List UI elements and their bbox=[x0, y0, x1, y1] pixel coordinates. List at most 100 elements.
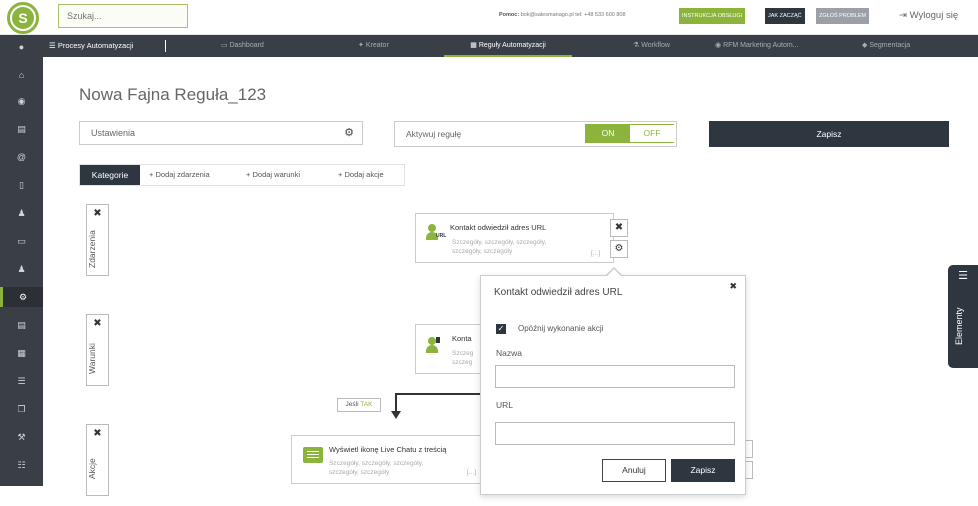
help-label: Pomoc: bbox=[499, 12, 520, 18]
close-icon[interactable]: ✖ bbox=[610, 219, 628, 237]
sitemap-icon: ⚗ bbox=[633, 42, 640, 49]
logout-link[interactable]: ⇥ Wyloguj się bbox=[899, 10, 958, 21]
page-title: Nowa Fajna Reguła_123 bbox=[79, 85, 267, 104]
action-card[interactable]: Wyświetl ikonę Live Chatu z treścią Szcz… bbox=[291, 435, 481, 484]
toggle-on[interactable]: ON bbox=[586, 125, 630, 142]
settings-box[interactable]: Ustawienia ⚙ bbox=[79, 121, 363, 145]
card-title: Konta bbox=[452, 334, 472, 343]
toggle-off[interactable]: OFF bbox=[630, 125, 674, 142]
calendar-icon[interactable]: ▦ bbox=[0, 343, 43, 363]
yes-tag-value: TAK bbox=[360, 401, 373, 408]
database-icon[interactable]: ☰ bbox=[0, 371, 43, 391]
nav-separator bbox=[165, 40, 166, 52]
copy-icon[interactable]: ❐ bbox=[0, 399, 43, 419]
connector-line bbox=[396, 393, 480, 395]
event-settings-popup: Kontakt odwiedził adres URL ✖ ✓ Opóźnij … bbox=[480, 275, 746, 495]
search-input[interactable] bbox=[58, 4, 188, 28]
card-title: Kontakt odwiedził adres URL bbox=[450, 223, 547, 232]
nav-label: Segmentacja bbox=[869, 42, 911, 49]
card-more[interactable]: [...] bbox=[591, 250, 600, 257]
close-icon[interactable]: ✖ bbox=[87, 318, 108, 329]
plus-icon: + bbox=[338, 170, 343, 179]
nav-label: RFM Marketing Autom... bbox=[723, 42, 799, 49]
mobile-icon[interactable]: ▯ bbox=[0, 175, 43, 195]
event-card[interactable]: URL Kontakt odwiedził adres URL Szczegół… bbox=[415, 213, 614, 263]
monitor-icon: ▭ bbox=[221, 42, 228, 49]
activate-toggle[interactable]: ON OFF bbox=[585, 124, 674, 143]
settings-label: Ustawienia bbox=[91, 128, 136, 138]
gear-icon[interactable]: ⚙ bbox=[344, 122, 354, 144]
zglos-problem-button[interactable]: ZGŁOŚ PROBLEM bbox=[816, 8, 870, 24]
card-desc-line2: szczegóły, szczegóły bbox=[452, 248, 513, 255]
nav-segmentacja[interactable]: ◆ Segmentacja bbox=[862, 35, 910, 57]
users-icon[interactable]: ♟ bbox=[0, 259, 43, 279]
popup-arrow-inner bbox=[606, 269, 622, 277]
popup-save-button[interactable]: Zapisz bbox=[671, 459, 735, 482]
plus-icon: + bbox=[149, 170, 154, 179]
plus-icon: + bbox=[246, 170, 251, 179]
url-field[interactable] bbox=[495, 422, 735, 445]
url-tag: URL bbox=[436, 233, 447, 239]
card-desc-line1: Szczeg bbox=[452, 350, 474, 357]
card-more[interactable]: [...] bbox=[467, 469, 476, 476]
nav-reguly[interactable]: ▦ Reguły Automatyzacji bbox=[444, 35, 572, 57]
user-condition-icon bbox=[426, 337, 440, 353]
close-icon[interactable]: ✖ bbox=[87, 208, 108, 219]
help-info: Pomoc: bok@salesmanago.pl tel: +48 533 6… bbox=[499, 12, 626, 18]
save-button[interactable]: Zapisz bbox=[709, 121, 949, 147]
tab-label: Dodaj akcje bbox=[344, 170, 384, 179]
nav-kreator[interactable]: ✦ Kreator bbox=[358, 35, 389, 57]
elements-panel[interactable]: ☰ Elementy bbox=[948, 265, 978, 368]
gear-icon[interactable]: ⚙ bbox=[610, 240, 628, 258]
jak-zaczac-button[interactable]: JAK ZACZĄĆ bbox=[765, 8, 805, 24]
logo[interactable]: S bbox=[7, 2, 39, 34]
cancel-button[interactable]: Anuluj bbox=[602, 459, 666, 482]
card-desc-line1: Szczegóły, szczegóły, szczegóły, bbox=[329, 460, 424, 467]
nav-label: Kreator bbox=[365, 42, 389, 49]
card-desc-line2: szczeg bbox=[452, 359, 473, 366]
at-icon[interactable]: @ bbox=[0, 147, 43, 167]
user-circle-icon[interactable]: ● bbox=[0, 37, 43, 57]
nav-label: Dashboard bbox=[229, 42, 264, 49]
yes-tag: Jeśli TAK bbox=[337, 398, 381, 412]
eye-icon[interactable]: ◉ bbox=[0, 91, 43, 111]
nav-bar: ☰ Procesy Automatyzacji ▭ Dashboard ✦ Kr… bbox=[43, 35, 978, 57]
name-field[interactable] bbox=[495, 365, 735, 388]
chart-icon[interactable]: ▤ bbox=[0, 315, 43, 335]
chat-icon bbox=[303, 447, 323, 463]
yes-tag-prefix: Jeśli bbox=[345, 401, 359, 408]
home-icon[interactable]: ⌂ bbox=[0, 65, 43, 85]
tab-dodaj-warunki[interactable]: + Dodaj warunki bbox=[246, 165, 300, 185]
tab-kategorie[interactable]: Kategorie bbox=[80, 165, 140, 185]
category-tabs: Kategorie + Dodaj zdarzenia + Dodaj waru… bbox=[79, 164, 405, 186]
contact-card-icon[interactable]: ▤ bbox=[0, 119, 43, 139]
hamburger-icon[interactable]: ☰ bbox=[948, 269, 978, 282]
laptop-icon[interactable]: ▭ bbox=[0, 231, 43, 251]
tab-dodaj-zdarzenia[interactable]: + Dodaj zdarzenia bbox=[149, 165, 210, 185]
elements-label: Elementy bbox=[954, 307, 964, 345]
grid-icon: ▦ bbox=[470, 42, 477, 49]
nav-main-label: Procesy Automatyzacji bbox=[57, 41, 134, 50]
sliders-icon[interactable]: ☷ bbox=[0, 455, 43, 475]
help-contact: bok@salesmanago.pl tel: +48 533 600 808 bbox=[520, 12, 626, 18]
user-url-icon: URL bbox=[426, 224, 446, 240]
close-icon[interactable]: ✖ bbox=[729, 281, 737, 292]
instrukcja-button[interactable]: INSTRUKCJA OBSŁUGI bbox=[679, 8, 746, 24]
arrow-down-icon bbox=[391, 411, 401, 419]
nav-workflow[interactable]: ⚗ Workflow bbox=[633, 35, 670, 57]
section-warunki: ✖ Warunki bbox=[86, 314, 109, 386]
section-zdarzenia: ✖ Zdarzenia bbox=[86, 204, 109, 276]
delay-checkbox[interactable]: ✓ bbox=[496, 324, 506, 334]
add-user-icon[interactable]: ♟ bbox=[0, 203, 43, 223]
nav-main[interactable]: ☰ Procesy Automatyzacji bbox=[49, 35, 133, 57]
cogs-icon[interactable]: ⚙ bbox=[0, 287, 43, 307]
nav-label: Workflow bbox=[641, 42, 670, 49]
nav-dashboard[interactable]: ▭ Dashboard bbox=[221, 35, 264, 57]
wrench-icon[interactable]: ⚒ bbox=[0, 427, 43, 447]
nav-rfm[interactable]: ◉ RFM Marketing Autom... bbox=[715, 35, 799, 57]
logout-label: Wyloguj się bbox=[909, 10, 959, 21]
tab-dodaj-akcje[interactable]: + Dodaj akcje bbox=[338, 165, 384, 185]
name-field-label: Nazwa bbox=[496, 348, 522, 358]
delay-checkbox-label: Opóźnij wykonanie akcji bbox=[518, 324, 604, 333]
close-icon[interactable]: ✖ bbox=[87, 428, 108, 439]
